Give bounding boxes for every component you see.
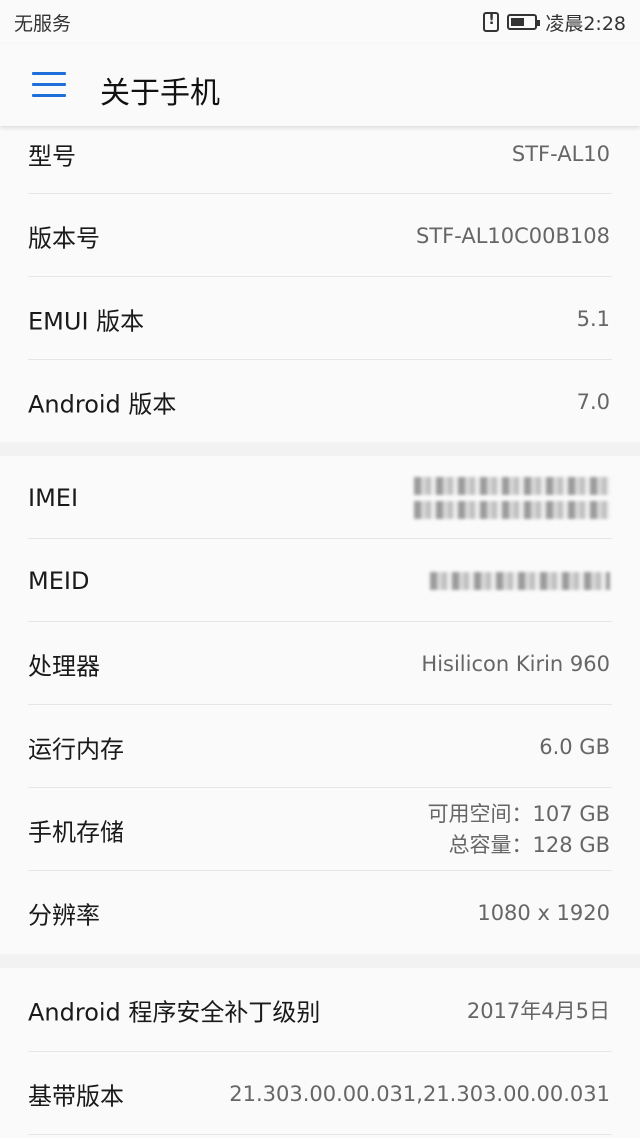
imei-label: IMEI xyxy=(28,483,79,512)
security-patch-value: 2017年4月5日 xyxy=(466,999,610,1023)
app-bar: 关于手机 xyxy=(0,44,640,126)
imei-value-redacted xyxy=(414,471,610,525)
ram-row[interactable]: 运行内存 6.0 GB xyxy=(0,705,640,788)
page-title: 关于手机 xyxy=(100,76,220,111)
security-patch-label: Android 程序安全补丁级别 xyxy=(28,998,321,1027)
baseband-row[interactable]: 基带版本 21.303.00.00.031,21.303.00.00.031 xyxy=(0,1052,640,1135)
build-number-label: 版本号 xyxy=(28,224,100,252)
software-info-section: Android 程序安全补丁级别 2017年4月5日 基带版本 21.303.0… xyxy=(0,968,640,1138)
model-label: 型号 xyxy=(28,142,76,171)
resolution-label: 分辨率 xyxy=(28,901,100,929)
status-bar: 无服务 凌晨2:28 xyxy=(0,0,640,44)
meid-row[interactable]: MEID xyxy=(0,539,640,622)
android-version-row[interactable]: Android 版本 7.0 xyxy=(0,360,640,443)
storage-available: 可用空间：107 GB xyxy=(427,801,610,826)
emui-version-label: EMUI 版本 xyxy=(28,307,145,335)
build-number-row[interactable]: 版本号 STF-AL10C00B108 xyxy=(0,194,640,277)
meid-label: MEID xyxy=(28,566,90,595)
storage-row[interactable]: 手机存储 可用空间：107 GB 总容量：128 GB xyxy=(0,788,640,871)
model-value: STF-AL10 xyxy=(511,142,610,166)
storage-values: 可用空间：107 GB 总容量：128 GB xyxy=(428,799,610,861)
imei-row[interactable]: IMEI xyxy=(0,456,640,539)
processor-row[interactable]: 处理器 Hisilicon Kirin 960 xyxy=(0,622,640,705)
ram-value: 6.0 GB xyxy=(539,734,610,759)
status-indicators: 凌晨2:28 xyxy=(483,9,626,35)
sim-alert-icon xyxy=(483,12,500,32)
hardware-info-section: IMEI MEID 处理器 Hisilicon Kirin 960 运行内存 6… xyxy=(0,456,640,954)
carrier-status: 无服务 xyxy=(14,13,72,35)
storage-label: 手机存储 xyxy=(28,818,124,846)
baseband-label: 基带版本 xyxy=(28,1082,124,1110)
resolution-value: 1080 x 1920 xyxy=(477,900,610,925)
storage-total: 总容量：128 GB xyxy=(448,832,610,857)
resolution-row[interactable]: 分辨率 1080 x 1920 xyxy=(0,871,640,954)
processor-value: Hisilicon Kirin 960 xyxy=(421,651,610,676)
menu-icon[interactable] xyxy=(32,72,66,98)
build-number-value: STF-AL10C00B108 xyxy=(415,223,610,248)
baseband-value: 21.303.00.00.031,21.303.00.00.031 xyxy=(229,1081,610,1106)
processor-label: 处理器 xyxy=(28,652,100,680)
device-info-section: 型号 STF-AL10 版本号 STF-AL10C00B108 EMUI 版本 … xyxy=(0,112,640,442)
emui-version-value: 5.1 xyxy=(576,306,610,331)
clock: 凌晨2:28 xyxy=(545,12,626,35)
emui-version-row[interactable]: EMUI 版本 5.1 xyxy=(0,277,640,360)
android-version-label: Android 版本 xyxy=(28,390,177,418)
ram-label: 运行内存 xyxy=(28,735,124,763)
battery-icon xyxy=(507,14,541,30)
meid-value-redacted xyxy=(430,566,610,596)
security-patch-row[interactable]: Android 程序安全补丁级别 2017年4月5日 xyxy=(0,968,640,1052)
android-version-value: 7.0 xyxy=(576,389,610,414)
